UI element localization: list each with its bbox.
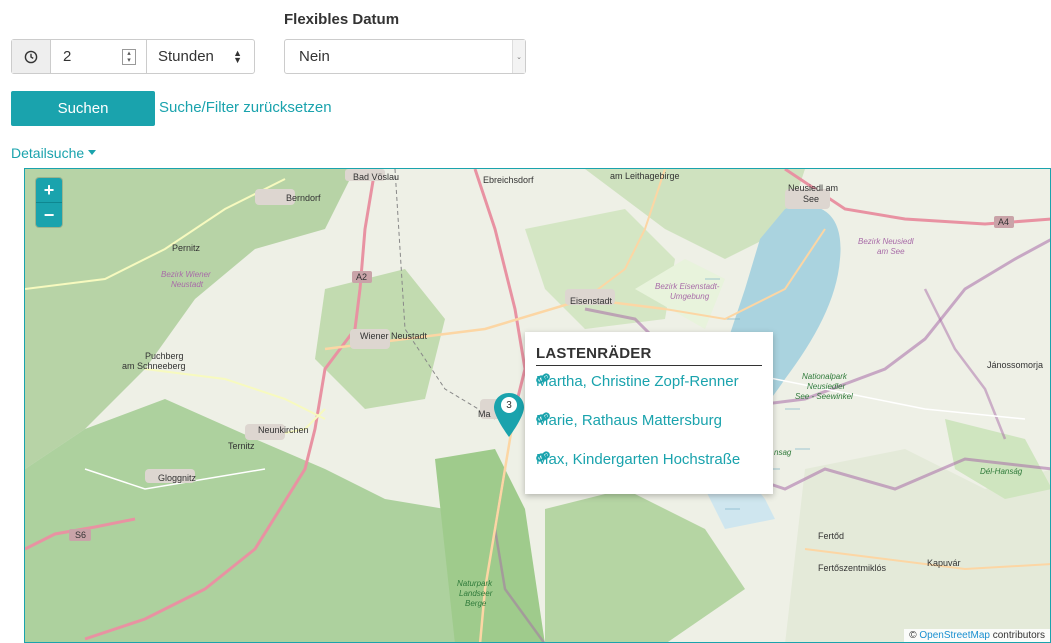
clock-icon bbox=[12, 40, 51, 73]
map-label-nationalpark-1: Nationalpark bbox=[802, 372, 848, 381]
map-label-puchberg-2: am Schneeberg bbox=[122, 361, 186, 371]
map-label-s6: S6 bbox=[75, 530, 86, 540]
duration-input-group: 2 ▴ ▾ Stunden ▲ ▼ bbox=[11, 39, 255, 74]
map-label-eisenstadt: Eisenstadt bbox=[570, 296, 613, 306]
attribution-suffix: contributors bbox=[992, 630, 1045, 641]
map-label-a2: A2 bbox=[356, 272, 367, 282]
map-label-am-leithagebirge: am Leithagebirge bbox=[610, 171, 680, 181]
map-label-neusiedl-2: See bbox=[803, 194, 819, 204]
duration-unit-value: Stunden bbox=[158, 48, 214, 65]
marker-popup: LASTENRÄDER Martha, Christine Zopf-Renne… bbox=[525, 332, 773, 494]
marker-count: 3 bbox=[501, 397, 517, 413]
map-label-wiener-neustadt: Wiener Neustadt bbox=[360, 331, 428, 341]
map-label-bezirk-neusiedl-2: am See bbox=[877, 247, 905, 256]
map-label-naturpark-2: Landseer bbox=[459, 589, 493, 598]
map-label-ma: Ma bbox=[478, 409, 491, 419]
popup-title: LASTENRÄDER bbox=[536, 345, 652, 362]
detail-search-toggle[interactable]: Detailsuche bbox=[11, 145, 97, 161]
map-label-bezirk-wiener-2: Neustadt bbox=[171, 280, 204, 289]
map-label-fertod: Fertőd bbox=[818, 531, 844, 541]
map-label-nationalpark-2: Neusiedler bbox=[807, 382, 846, 391]
duration-number-input[interactable]: 2 ▴ ▾ bbox=[51, 40, 147, 73]
detail-search-label: Detailsuche bbox=[11, 145, 85, 161]
map-label-berndorf: Berndorf bbox=[286, 193, 321, 203]
map-label-del-hansag: Dél-Hanság bbox=[980, 467, 1023, 476]
popup-item-link[interactable]: Martha, Christine Zopf-Renner bbox=[536, 373, 739, 390]
map-label-naturpark-1: Naturpark bbox=[457, 579, 493, 588]
map-label-ebreichsdorf: Ebreichsdorf bbox=[483, 175, 534, 185]
chevron-down-icon: ⌄ bbox=[512, 40, 525, 73]
osm-link[interactable]: OpenStreetMap bbox=[919, 630, 990, 641]
select-updown-icon: ▲ ▼ bbox=[233, 47, 242, 65]
location-marker[interactable]: 3 bbox=[492, 391, 526, 439]
map-label-janossomorja: Jánossomorja bbox=[987, 360, 1043, 370]
map-label-bezirk-neusiedl-1: Bezirk Neusiedl bbox=[858, 237, 914, 246]
link-icon bbox=[536, 373, 550, 384]
map-label-bad-voslau: Bad Vöslau bbox=[353, 172, 399, 182]
duration-value: 2 bbox=[63, 48, 72, 65]
map-label-bezirk-eisenstadt-1: Bezirk Eisenstadt- bbox=[655, 282, 720, 291]
popup-divider bbox=[536, 365, 762, 366]
map-label-a4: A4 bbox=[998, 217, 1009, 227]
map-label-neunkirchen: Neunkirchen bbox=[258, 425, 309, 435]
map-label-kapuvar: Kapuvár bbox=[927, 558, 961, 568]
popup-item-link[interactable]: Max, Kindergarten Hochstraße bbox=[536, 451, 740, 468]
map-view[interactable]: Bad Vöslau Ebreichsdorf am Leithagebirge… bbox=[24, 168, 1051, 643]
map-label-hansag-partial: nsag bbox=[774, 448, 792, 457]
flexible-date-value: Nein bbox=[299, 48, 330, 65]
zoom-in-button[interactable]: + bbox=[36, 178, 62, 203]
map-attribution: © OpenStreetMap contributors bbox=[904, 629, 1050, 642]
flexible-date-label: Flexibles Datum bbox=[284, 11, 400, 28]
map-label-neusiedl-1: Neusiedl am bbox=[788, 183, 838, 193]
link-icon bbox=[536, 412, 550, 423]
reset-filter-link[interactable]: Suche/Filter zurücksetzen bbox=[159, 99, 332, 116]
map-label-pernitz: Pernitz bbox=[172, 243, 201, 253]
number-spinner-icon[interactable]: ▴ ▾ bbox=[122, 48, 136, 65]
map-label-bezirk-eisenstadt-2: Umgebung bbox=[670, 292, 710, 301]
map-label-naturpark-3: Berge bbox=[465, 599, 487, 608]
duration-unit-select[interactable]: Stunden ▲ ▼ bbox=[147, 40, 254, 73]
attribution-prefix: © bbox=[909, 630, 917, 641]
map-label-fertoszentmiklos: Fertőszentmiklós bbox=[818, 563, 887, 573]
popup-item-link[interactable]: Marie, Rathaus Mattersburg bbox=[536, 412, 722, 429]
map-label-nationalpark-3: See - Seewinkel bbox=[795, 392, 853, 401]
map-label-gloggnitz: Gloggnitz bbox=[158, 473, 197, 483]
link-icon bbox=[536, 451, 550, 462]
zoom-control: + − bbox=[36, 178, 62, 227]
caret-down-icon bbox=[88, 150, 97, 155]
popup-item-label: Martha, Christine Zopf-Renner bbox=[536, 373, 739, 390]
search-button[interactable]: Suchen bbox=[11, 91, 155, 126]
popup-item-label: Marie, Rathaus Mattersburg bbox=[536, 412, 722, 429]
map-label-puchberg-1: Puchberg bbox=[145, 351, 184, 361]
map-label-bezirk-wiener-1: Bezirk Wiener bbox=[161, 270, 211, 279]
zoom-out-button[interactable]: − bbox=[36, 203, 62, 227]
map-label-ternitz: Ternitz bbox=[228, 441, 255, 451]
popup-item-label: Max, Kindergarten Hochstraße bbox=[536, 451, 741, 468]
flexible-date-select[interactable]: Nein ⌄ bbox=[284, 39, 526, 74]
